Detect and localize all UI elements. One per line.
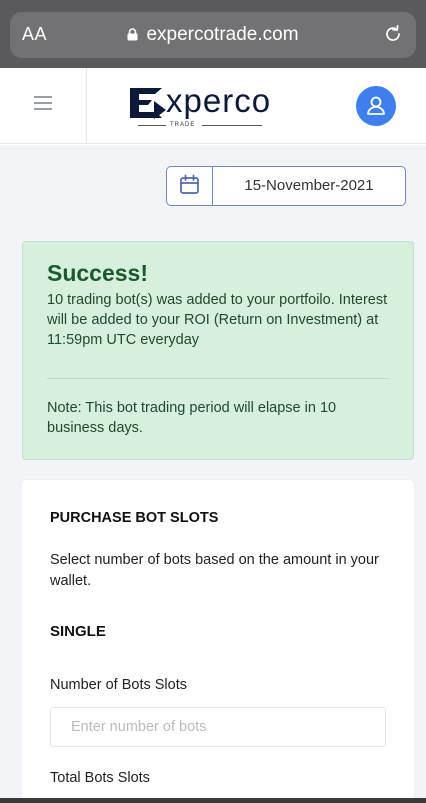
calendar-icon xyxy=(180,174,199,194)
date-value: 15-November-2021 xyxy=(244,177,374,194)
menu-icon[interactable] xyxy=(34,96,52,110)
bottom-bar xyxy=(0,798,426,803)
calendar-button[interactable] xyxy=(167,167,213,205)
logo-tagline: TRADE xyxy=(170,122,196,128)
alert-title: Success! xyxy=(47,260,149,286)
section-heading: SINGLE xyxy=(50,623,106,640)
user-avatar-button[interactable] xyxy=(356,86,396,126)
header-divider xyxy=(86,68,87,144)
logo-tag-line-right xyxy=(202,125,262,126)
address-bar[interactable]: AA expercotrade.com xyxy=(10,12,416,58)
logo-mark-icon xyxy=(130,88,166,119)
lock-icon xyxy=(127,28,138,41)
browser-toolbar: AA expercotrade.com xyxy=(0,0,426,68)
alert-note: Note: This bot trading period will elaps… xyxy=(47,400,337,436)
date-picker[interactable]: 15-November-2021 xyxy=(166,166,406,206)
app-header: xperco TRADE xyxy=(0,68,426,144)
success-alert: Success! 10 trading bot(s) was added to … xyxy=(22,241,414,460)
url-display[interactable]: expercotrade.com xyxy=(10,24,416,46)
total-bots-label: Total Bots Slots xyxy=(50,770,150,786)
bots-slots-label: Number of Bots Slots xyxy=(50,677,187,693)
alert-divider xyxy=(47,378,389,379)
purchase-bot-card: PURCHASE BOT SLOTS Select number of bots… xyxy=(22,480,414,803)
brand-logo[interactable]: xperco TRADE xyxy=(128,78,288,134)
user-icon xyxy=(367,96,385,115)
url-text: expercotrade.com xyxy=(146,24,299,45)
logo-text: xperco xyxy=(166,82,272,119)
bots-slots-input[interactable] xyxy=(50,707,386,747)
reload-icon[interactable] xyxy=(382,23,404,45)
alert-message: 10 trading bot(s) was added to your port… xyxy=(47,292,388,348)
card-description: Select number of bots based on the amoun… xyxy=(50,552,379,589)
card-title: PURCHASE BOT SLOTS xyxy=(50,510,219,526)
logo-tag-line-left xyxy=(138,125,166,126)
